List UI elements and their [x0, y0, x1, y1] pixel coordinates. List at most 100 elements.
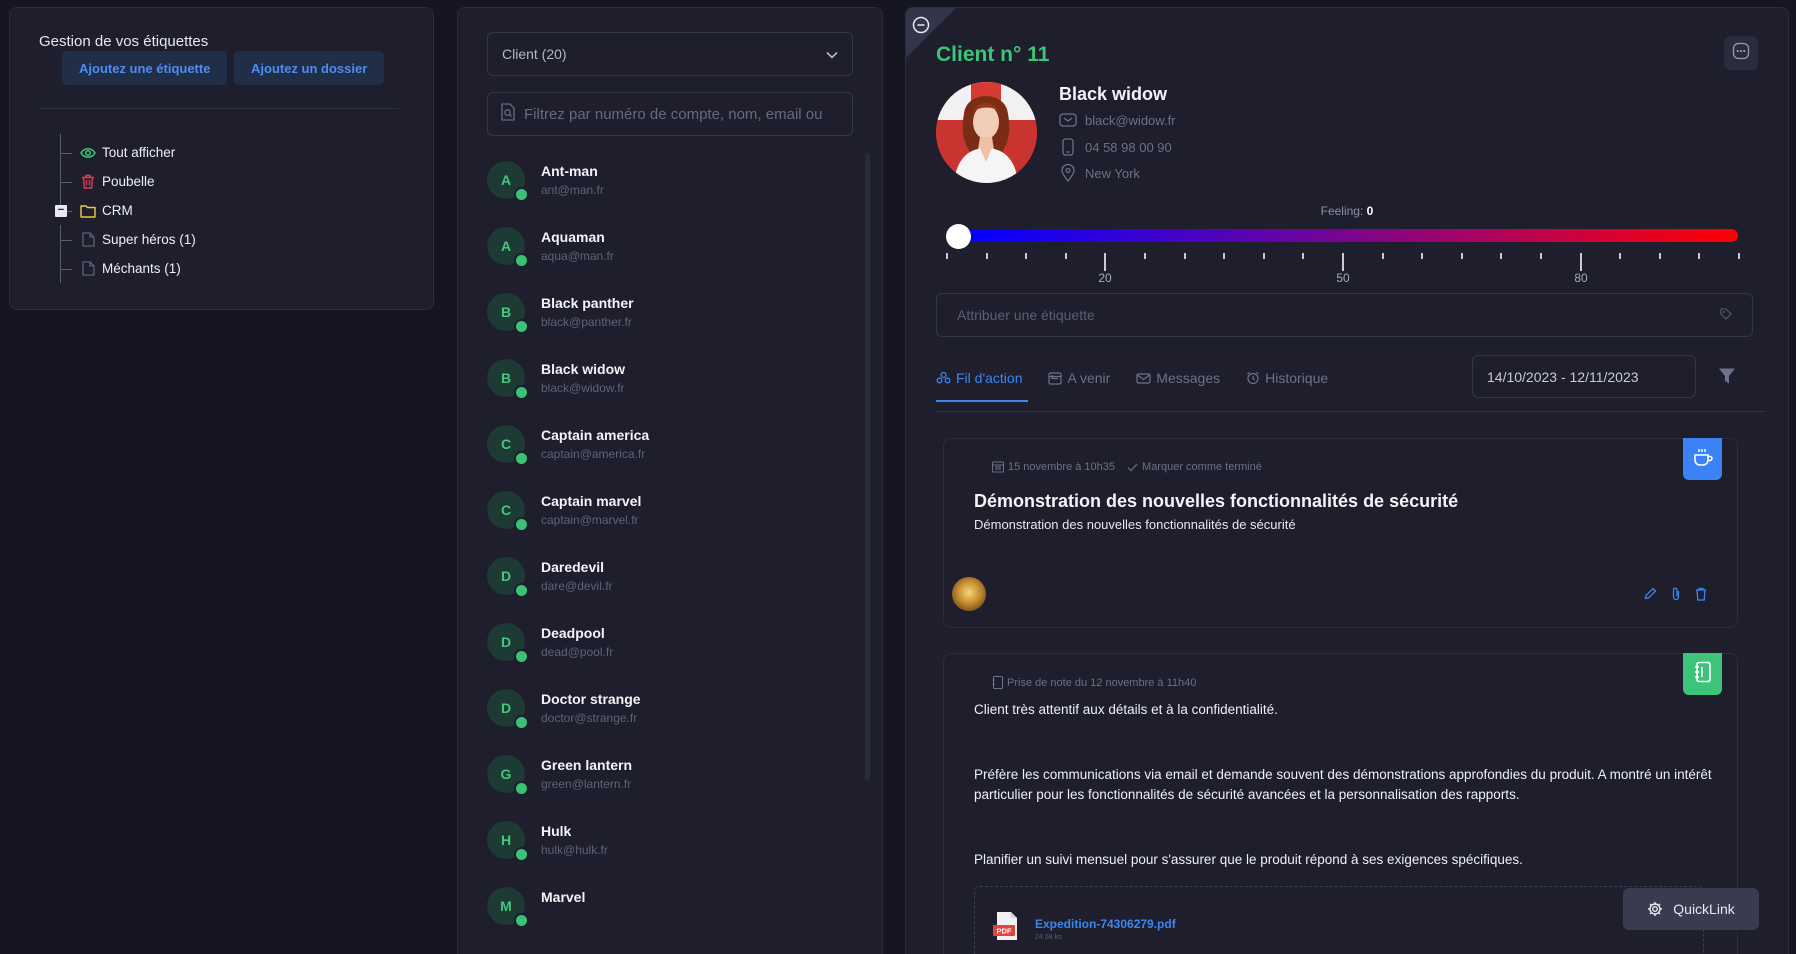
client-filter-input[interactable]: Filtrez par numéro de compte, nom, email…	[487, 92, 853, 136]
attachment-clip-icon[interactable]	[1671, 587, 1681, 606]
client-email: black@widow.fr	[541, 381, 625, 395]
client-initial: D	[500, 634, 512, 650]
tag-input-placeholder: Attribuer une étiquette	[957, 307, 1095, 323]
add-tag-button[interactable]: Ajoutez une étiquette	[62, 51, 228, 85]
eye-icon	[80, 145, 96, 161]
tree-item-crm[interactable]: − CRM	[46, 196, 196, 225]
client-list-item[interactable]: D Doctor strange doctor@strange.fr	[487, 683, 853, 749]
client-list-panel: Client (20) Filtrez par numéro de compte…	[457, 7, 883, 954]
online-status-dot	[514, 649, 529, 664]
client-list-item[interactable]: A Aquaman aqua@man.fr	[487, 221, 853, 287]
client-email: captain@marvel.fr	[541, 513, 639, 527]
trash-icon	[80, 174, 96, 190]
edit-pencil-icon[interactable]	[1644, 587, 1657, 606]
pdf-file-icon: PDF	[993, 911, 1019, 946]
more-options-button[interactable]	[1724, 36, 1758, 70]
scale-tick	[1738, 253, 1740, 259]
client-name: Daredevil	[541, 559, 605, 575]
attachment[interactable]: PDF Expedition-74306279.pdf 24.08 ko	[974, 886, 1704, 954]
client-email: green@lantern.fr	[541, 777, 632, 791]
client-info: Ant-man ant@man.fr	[541, 161, 604, 197]
check-icon	[1127, 463, 1138, 472]
scale-tick	[1223, 253, 1225, 259]
tab-messages[interactable]: Messages	[1136, 363, 1220, 393]
chevron-down-icon	[826, 46, 838, 62]
feeling-value: 0	[1366, 204, 1374, 218]
tab-label: Messages	[1156, 370, 1221, 386]
client-list-scrollbar[interactable]	[865, 153, 870, 781]
detail-tabs: Fil d'action A venir Messages Historique	[936, 363, 1354, 393]
client-name: Marvel	[541, 889, 586, 905]
alarm-clock-icon	[1246, 371, 1260, 385]
client-list-item[interactable]: B Black widow black@widow.fr	[487, 353, 853, 419]
assign-tag-input[interactable]: Attribuer une étiquette	[936, 293, 1753, 337]
attachment-name[interactable]: Expedition-74306279.pdf	[1035, 917, 1176, 931]
date-range-input[interactable]: 14/10/2023 - 12/11/2023	[1472, 355, 1696, 398]
client-list-item[interactable]: C Captain marvel captain@marvel.fr	[487, 485, 853, 551]
feeling-slider-handle[interactable]	[946, 224, 971, 249]
feeling-slider-track[interactable]	[958, 229, 1738, 242]
filter-placeholder: Filtrez par numéro de compte, nom, email…	[524, 105, 823, 123]
client-list-item[interactable]: D Daredevil dare@devil.fr	[487, 551, 853, 617]
collapse-toggle[interactable]: −	[55, 205, 67, 217]
note-paragraph-2: Préfère les communications via email et …	[974, 767, 1712, 802]
client-email: captain@america.fr	[541, 447, 646, 461]
file-icon	[80, 232, 96, 248]
user-avatar	[952, 577, 986, 611]
online-status-dot	[514, 781, 529, 796]
search-icon	[500, 103, 516, 125]
client-info: Black panther black@panther.fr	[541, 293, 634, 329]
online-status-dot	[514, 517, 529, 532]
client-name: Captain america	[541, 427, 650, 443]
client-info: Aquaman aqua@man.fr	[541, 227, 614, 263]
client-list-item[interactable]: D Deadpool dead@pool.fr	[487, 617, 853, 683]
tag-manager-panel: Gestion de vos étiquettes Ajoutez une ét…	[9, 7, 434, 310]
file-icon	[80, 261, 96, 277]
scale-tick	[1580, 253, 1582, 271]
client-list-item[interactable]: C Captain america captain@america.fr	[487, 419, 853, 485]
tab-label: A venir	[1067, 370, 1111, 386]
tab-upcoming[interactable]: A venir	[1048, 363, 1110, 393]
client-email: black@panther.fr	[541, 315, 632, 329]
client-avatar: B	[487, 359, 529, 400]
tree-item-label: Méchants (1)	[102, 261, 181, 276]
quicklink-button[interactable]: QuickLink	[1623, 888, 1759, 930]
notebook-icon	[1694, 661, 1712, 688]
client-name: Green lantern	[541, 757, 633, 773]
client-name: Doctor strange	[541, 691, 641, 707]
tab-action-feed[interactable]: Fil d'action	[936, 363, 1022, 393]
client-list-item[interactable]: M Marvel	[487, 881, 853, 947]
tree-item-label: Poubelle	[102, 174, 155, 189]
scale-tick	[1104, 253, 1106, 271]
tree-item-trash[interactable]: Poubelle	[46, 167, 196, 196]
tree-item-show-all[interactable]: Tout afficher	[46, 138, 196, 167]
scale-tick	[1659, 253, 1661, 259]
client-list-item[interactable]: B Black panther black@panther.fr	[487, 287, 853, 353]
scale-tick	[1144, 253, 1146, 259]
minus-circle-icon[interactable]	[912, 16, 930, 39]
mark-done-link[interactable]: Marquer comme terminé	[1142, 461, 1262, 473]
online-status-dot	[514, 385, 529, 400]
client-email: hulk@hulk.fr	[541, 843, 608, 857]
tag-tree: Tout afficher Poubelle − CRM Super héros…	[46, 134, 196, 283]
client-email[interactable]: black@widow.fr	[1085, 113, 1176, 128]
client-initial: A	[500, 238, 512, 254]
online-status-dot	[514, 451, 529, 466]
delete-trash-icon[interactable]	[1695, 587, 1707, 606]
tree-item-villains[interactable]: Méchants (1)	[46, 254, 196, 283]
tab-history[interactable]: Historique	[1246, 363, 1328, 393]
client-type-select[interactable]: Client (20)	[487, 32, 853, 76]
client-info: Deadpool dead@pool.fr	[541, 623, 613, 659]
scale-tick	[1342, 253, 1344, 271]
tree-item-super-heroes[interactable]: Super héros (1)	[46, 225, 196, 254]
coffee-badge	[1683, 438, 1722, 480]
client-phone[interactable]: 04 58 98 00 90	[1085, 140, 1172, 155]
client-list-item[interactable]: H Hulk hulk@hulk.fr	[487, 815, 853, 881]
coffee-cup-icon	[1692, 447, 1714, 472]
client-list-item[interactable]: A Ant-man ant@man.fr	[487, 155, 853, 221]
divider	[936, 411, 1766, 412]
filter-funnel-icon[interactable]	[1718, 367, 1736, 390]
client-list-item[interactable]: G Green lantern green@lantern.fr	[487, 749, 853, 815]
more-icon	[1732, 42, 1750, 65]
add-folder-button[interactable]: Ajoutez un dossier	[234, 51, 385, 85]
